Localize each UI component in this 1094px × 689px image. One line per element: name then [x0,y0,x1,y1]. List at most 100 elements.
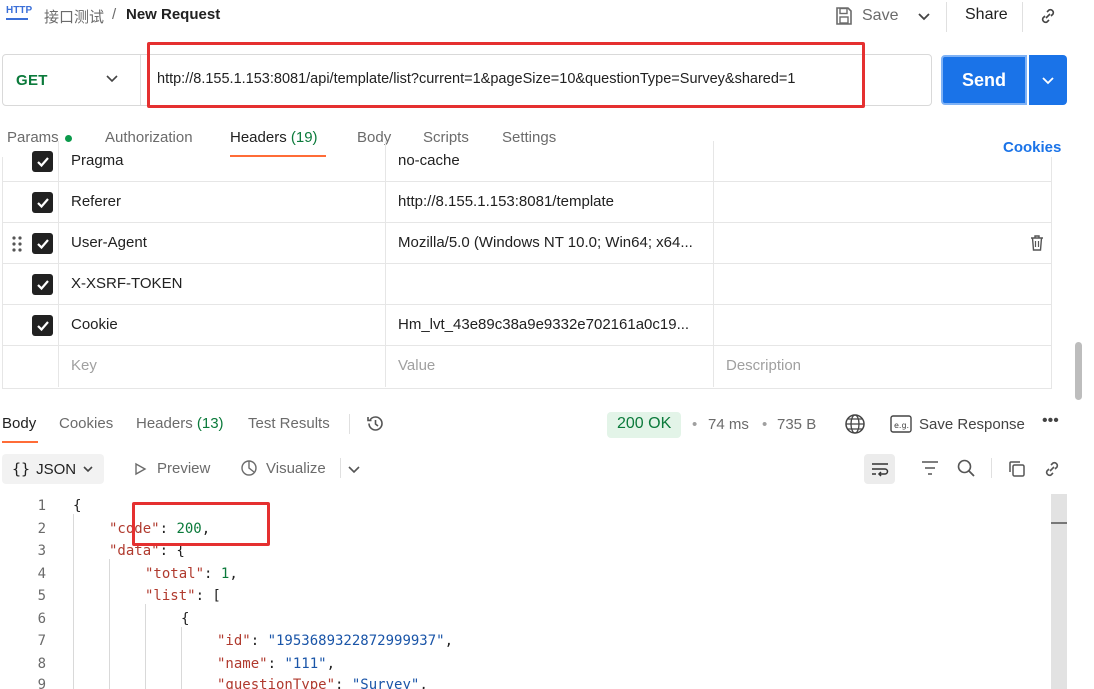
response-time[interactable]: 74 ms [708,416,749,433]
json-punct: : [204,566,221,582]
table-row: User-Agent Mozilla/5.0 (Windows NT 10.0;… [3,223,1051,264]
json-punct: : [ [195,588,221,604]
code-line: "total": 1, [145,566,238,582]
play-icon [135,462,147,476]
history-icon[interactable] [365,413,386,434]
save-button[interactable]: Save [834,2,898,30]
json-punct: : [250,633,268,649]
link-icon [1041,8,1055,24]
visualize-button[interactable]: Visualize [266,460,326,477]
active-tab-indicator [2,441,38,443]
chevron-down-icon [1042,77,1054,85]
send-button[interactable]: Send [941,55,1027,105]
header-key[interactable]: Cookie [71,316,118,333]
row-checkbox[interactable] [32,192,53,213]
json-punct: : [335,677,352,689]
header-key[interactable]: Pragma [71,152,124,169]
header-value[interactable]: Mozilla/5.0 (Windows NT 10.0; Win64; x64… [398,234,710,251]
indent-guide [109,559,110,689]
preview-button[interactable]: Preview [157,460,210,477]
search-icon[interactable] [956,458,976,478]
json-key: "list" [145,588,196,604]
code-line: "id": "1953689322872999937", [217,633,453,649]
save-icon [836,7,852,25]
description-placeholder[interactable]: Description [726,357,801,374]
chevron-down-icon[interactable] [347,462,361,476]
copy-link-button[interactable] [1034,2,1062,30]
key-placeholder[interactable]: Key [71,357,97,374]
breadcrumb-collection[interactable]: 接口测试 [44,6,104,27]
globe-icon[interactable] [844,413,866,435]
line-number: 2 [37,521,46,537]
method-select[interactable]: GET [16,72,48,89]
save-label: Save [862,7,899,24]
response-size[interactable]: 735 B [777,416,816,433]
wrap-lines-button[interactable] [864,454,895,484]
code-highlight-box [132,502,270,546]
json-string: "1953689322872999937" [267,633,445,649]
request-title[interactable]: New Request [126,6,220,23]
json-punct: , [229,566,238,582]
line-number: 5 [37,588,46,604]
line-number: 6 [37,611,46,627]
line-number: 7 [37,633,46,649]
table-row: X-XSRF-TOKEN [3,264,1051,305]
headers-table: Pragma no-cache Referer http://8.155.1.1… [2,141,1052,389]
code-scrollbar-marker [1051,522,1067,524]
url-highlight-box [147,42,865,108]
code-line: "list": [ [145,588,221,604]
header-value[interactable]: http://8.155.1.153:8081/template [398,193,710,210]
json-string: "111" [284,656,327,672]
format-select[interactable]: {} JSON [2,454,105,484]
toolbar-divider [991,458,992,478]
save-response-button[interactable]: Save Response [919,416,1025,433]
svg-text:e.g.: e.g. [894,421,909,430]
filter-icon[interactable] [920,459,940,477]
share-button[interactable]: Share [965,6,1008,24]
line-number: 8 [37,656,46,672]
save-options-dropdown[interactable] [910,2,938,30]
toolbar-divider [340,458,341,478]
response-tab-test-results[interactable]: Test Results [248,415,330,432]
line-number: 4 [37,566,46,582]
row-checkbox[interactable] [32,233,53,254]
response-tab-body[interactable]: Body [2,415,36,432]
header-key[interactable]: Referer [71,193,121,210]
json-punct: , [326,656,336,672]
check-icon [36,320,49,331]
status-badge[interactable]: 200 OK [607,412,682,438]
row-checkbox[interactable] [32,315,53,336]
line-number: 9 [37,677,46,689]
check-icon [36,197,49,208]
json-key: "questionType" [217,677,336,689]
page-scrollbar[interactable] [1075,342,1082,400]
copy-icon[interactable] [1007,459,1027,479]
check-icon [36,279,49,290]
chevron-down-icon[interactable] [104,70,120,86]
toolbar-divider [946,2,947,32]
code-line: { [73,498,82,514]
send-options-dropdown[interactable] [1029,55,1067,105]
response-tab-cookies[interactable]: Cookies [59,415,113,432]
check-icon [36,238,49,249]
meta-separator: • [692,416,698,433]
row-checkbox[interactable] [32,151,53,172]
link-icon[interactable] [1042,459,1062,479]
visualize-icon [241,460,257,476]
line-number: 3 [37,543,46,559]
breadcrumb-separator: / [112,6,117,23]
header-value[interactable]: no-cache [398,152,710,169]
more-options-icon[interactable]: ••• [1042,412,1059,430]
trash-icon[interactable] [1029,234,1045,252]
json-key: "total" [145,566,205,582]
format-label: JSON [36,460,77,478]
row-checkbox[interactable] [32,274,53,295]
header-key[interactable]: User-Agent [71,234,147,251]
example-icon[interactable]: e.g. [890,415,912,433]
header-key[interactable]: X-XSRF-TOKEN [71,275,182,292]
header-value[interactable]: Hm_lvt_43e89c38a9e9332e702161a0c19... [398,316,710,333]
value-placeholder[interactable]: Value [398,357,710,374]
drag-handle-icon[interactable] [11,235,23,253]
response-tab-headers[interactable]: Headers (13) [136,415,224,432]
indent-guide [73,514,74,689]
